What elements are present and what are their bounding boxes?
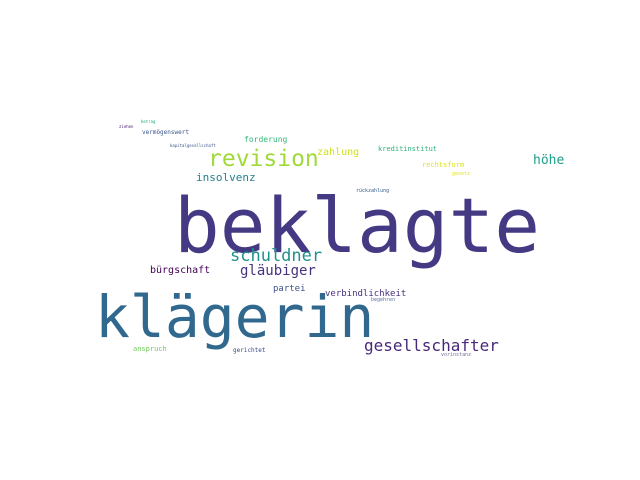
word-cloud: beklagte klägerin revision schuldner ges… — [0, 0, 640, 480]
word-anspruch: anspruch — [133, 345, 167, 353]
word-forderung: forderung — [244, 135, 288, 144]
word-vermoegenswert: vermögenswert — [142, 129, 189, 136]
word-rueckzahlung: rückzahlung — [356, 188, 390, 194]
word-buergschaft: bürgschaft — [150, 265, 211, 276]
word-zahlung: zahlung — [317, 147, 360, 158]
word-insolvenz: insolvenz — [196, 171, 256, 184]
word-betrag: betrag — [141, 119, 156, 124]
word-gerichtet: gerichtet — [233, 347, 266, 354]
word-beklagte: beklagte — [174, 181, 541, 270]
word-partei: partei — [273, 284, 306, 294]
word-glaeubiger: gläubiger — [240, 263, 316, 279]
word-rechtsform: rechtsform — [422, 161, 465, 169]
word-gesellschafter: gesellschafter — [364, 336, 499, 355]
word-gesetz: gesetz — [452, 171, 471, 177]
word-vorinstanz: vorinstanz — [441, 352, 472, 358]
word-kreditinstitut: kreditinstitut — [378, 145, 438, 153]
word-ziehen: ziehen — [119, 124, 134, 129]
word-begehren: begehren — [371, 297, 396, 303]
word-kapitalgesellschaft: kapitalgesellschaft — [170, 143, 216, 148]
word-revision: revision — [208, 146, 319, 172]
word-hoehe: höhe — [533, 153, 565, 168]
